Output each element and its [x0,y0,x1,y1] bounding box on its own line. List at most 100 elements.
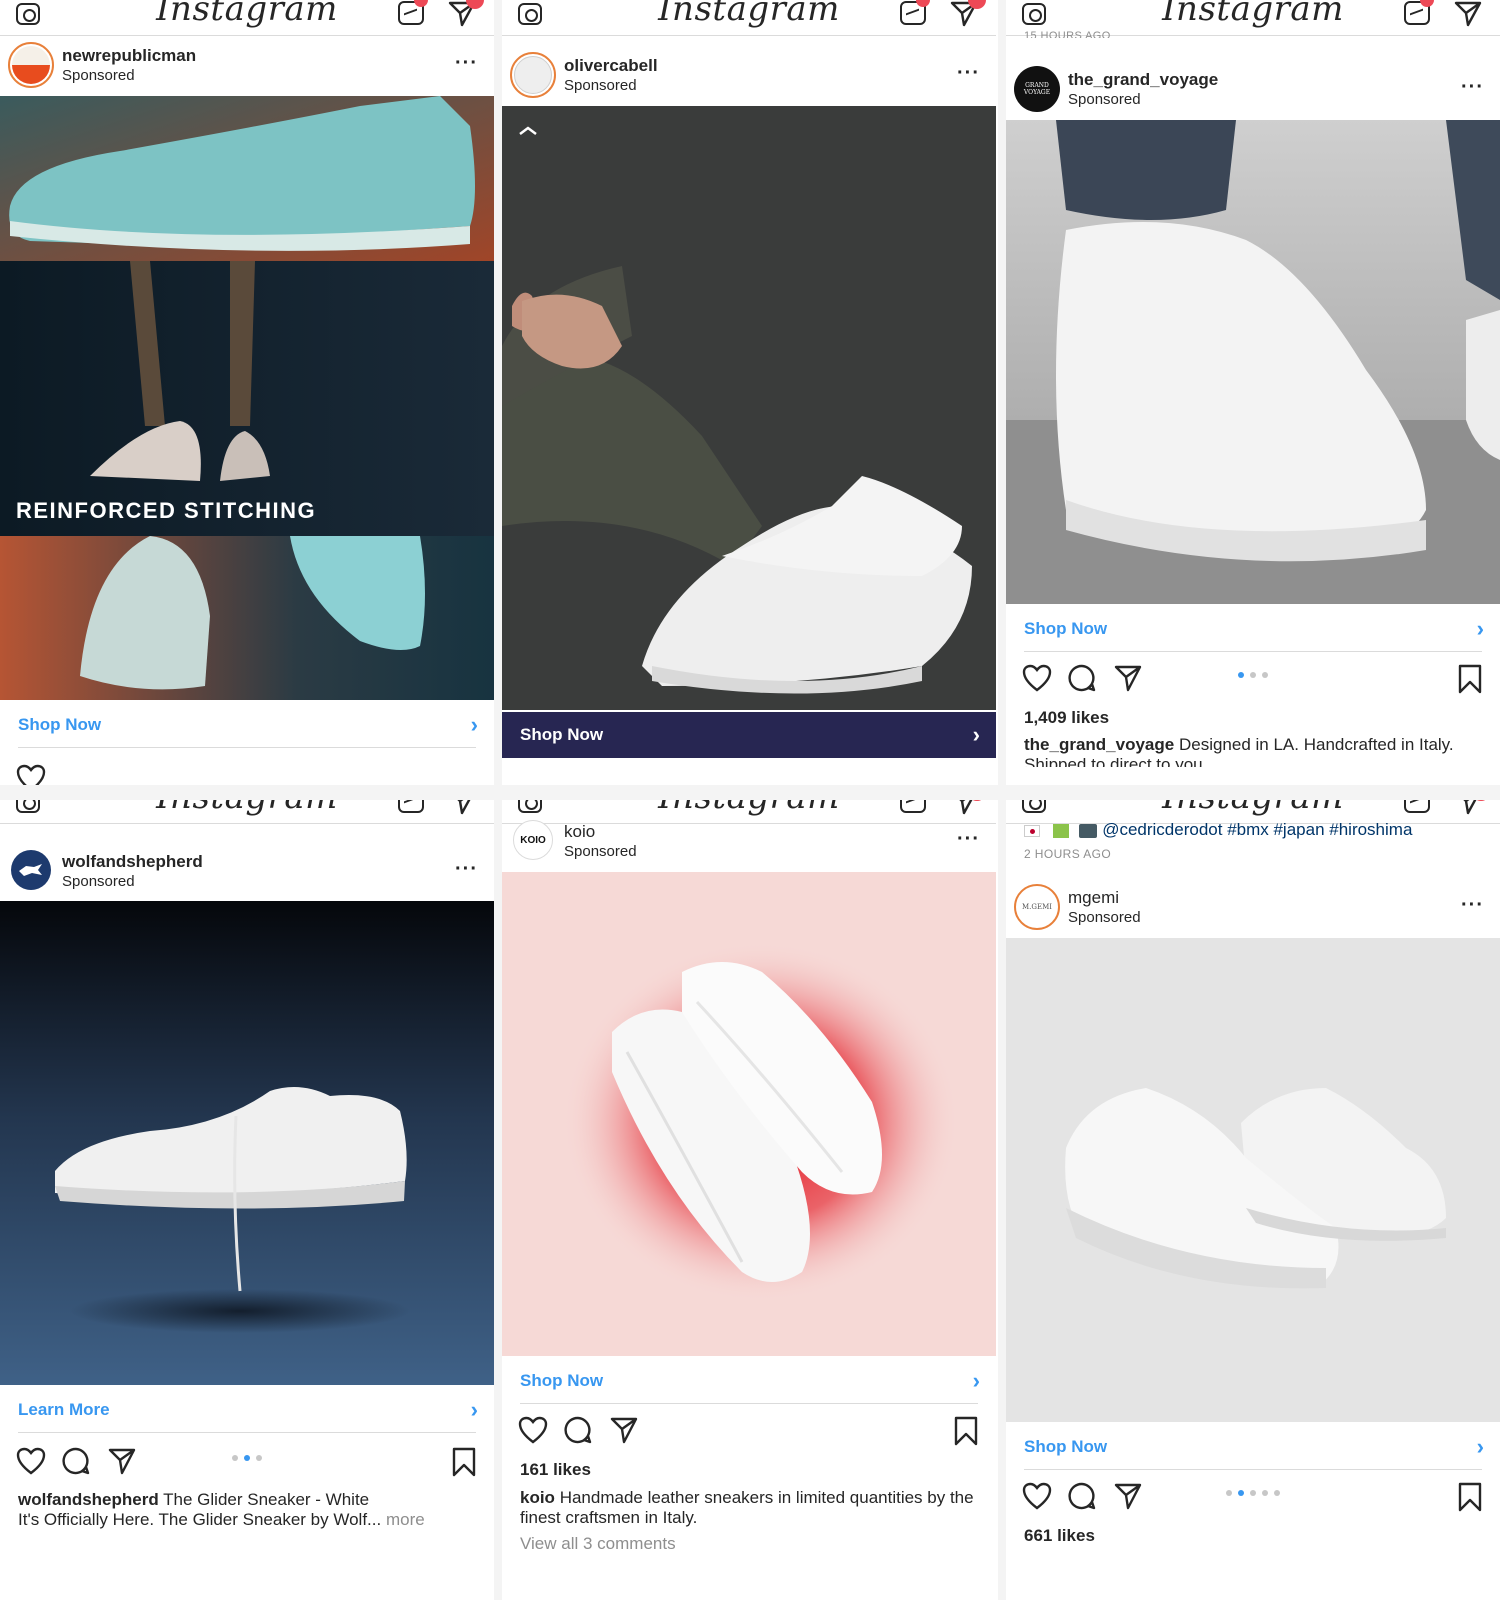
likes-count[interactable]: 161 likes [520,1460,591,1480]
share-icon[interactable] [108,1447,136,1475]
cta-bar[interactable]: Shop Now › [0,702,494,748]
hashtag-links[interactable]: @cedricderodot #bmx #japan #hiroshima [1102,820,1412,839]
heart-icon[interactable] [518,1416,548,1444]
heart-icon[interactable] [16,764,46,785]
username[interactable]: newrepublicman [62,46,196,66]
heart-icon[interactable] [1022,1482,1052,1510]
avatar[interactable] [8,42,54,88]
post-media[interactable] [502,106,996,710]
view-comments-link[interactable]: View all 3 comments [520,1534,676,1554]
igtv-icon[interactable] [398,800,424,813]
username[interactable]: olivercabell [564,56,658,76]
post-timestamp: 15 HOURS AGO [1024,30,1111,38]
share-icon[interactable] [610,1416,638,1444]
bookmark-icon[interactable] [452,1447,476,1477]
caption-username[interactable]: wolfandshepherd [18,1490,159,1509]
shop-now-button[interactable]: Shop Now [1024,1437,1107,1457]
cta-bar[interactable]: Shop Now › [1006,1424,1500,1470]
carousel-indicator [0,1455,494,1461]
post-header: GRAND VOYAGE the_grand_voyage Sponsored … [1006,60,1500,118]
chevron-right-icon: › [1476,616,1484,641]
post-header: KOIO koio Sponsored ··· [502,812,996,870]
share-icon[interactable] [1114,664,1142,692]
bookmark-icon[interactable] [1458,664,1482,694]
likes-count[interactable]: 661 likes [1024,1526,1095,1546]
shop-now-button[interactable]: Shop Now [1024,619,1107,639]
username[interactable]: mgemi [1068,888,1119,908]
carousel-dot [1226,1490,1232,1496]
more-options-icon[interactable]: ··· [957,62,980,85]
username[interactable]: wolfandshepherd [62,852,203,872]
action-bar [1006,1478,1500,1518]
feed-screenshot-mgemi: Instagram @cedricderodot #bmx #japan #hi… [1006,800,1500,1585]
bookmark-icon[interactable] [954,1416,978,1446]
more-options-icon[interactable]: ··· [455,52,478,75]
igtv-icon[interactable] [1404,800,1430,813]
caption-username[interactable]: the_grand_voyage [1024,735,1174,754]
shop-now-button[interactable]: Shop Now [18,715,101,735]
post-media[interactable] [1006,938,1500,1422]
carousel-dot [1250,1490,1256,1496]
avatar[interactable] [510,52,556,98]
post-timestamp: 2 HOURS AGO [1024,847,1112,861]
sponsored-label: Sponsored [62,67,135,84]
avatar[interactable] [11,850,51,890]
action-bar [0,760,494,785]
cta-bar[interactable]: Learn More › [0,1387,494,1433]
chevron-right-icon: › [470,1397,478,1422]
post-media[interactable]: REINFORCED STITCHING [0,96,494,700]
direct-message-icon[interactable] [1454,0,1482,27]
heart-icon[interactable] [1022,664,1052,692]
top-bar: Instagram [0,0,494,36]
sponsored-label: Sponsored [1068,91,1141,108]
cta-bar[interactable]: Shop Now › [1006,606,1500,652]
more-options-icon[interactable]: ··· [957,828,980,851]
learn-more-button[interactable]: Learn More [18,1400,110,1420]
avatar[interactable]: KOIO [513,820,553,860]
likes-count[interactable]: 1,409 likes [1024,708,1109,728]
sponsored-label: Sponsored [1068,909,1141,926]
carousel-indicator [1006,672,1500,678]
carousel-dot [1262,672,1268,678]
shop-now-button[interactable]: Shop Now [520,1371,603,1391]
share-icon[interactable] [1114,1482,1142,1510]
action-bar [0,1443,494,1483]
post-header: M.GEMI mgemi Sponsored ··· [1006,878,1500,936]
more-options-icon[interactable]: ··· [1461,894,1484,917]
shop-now-button[interactable]: Shop Now [520,725,603,745]
more-options-icon[interactable]: ··· [455,858,478,881]
direct-message-icon[interactable] [448,800,476,815]
post-media[interactable] [502,872,996,1356]
avatar[interactable]: GRAND VOYAGE [1014,66,1060,112]
post-caption: koio Handmade leather sneakers in limite… [520,1488,978,1528]
post-media[interactable] [1006,120,1500,604]
more-options-icon[interactable]: ··· [1461,76,1484,99]
feed-screenshot-olivercabell: Instagram olivercabell Sponsored ··· Sho… [502,0,996,785]
comment-icon[interactable] [564,1416,592,1444]
post-header: wolfandshepherd Sponsored ··· [0,842,494,900]
sponsored-label: Sponsored [564,77,637,94]
divider [0,785,1500,800]
cta-bar[interactable]: Shop Now › [502,712,996,758]
carousel-dot [232,1455,238,1461]
username[interactable]: the_grand_voyage [1068,70,1218,90]
feed-screenshot-newrepublicman: Instagram newrepublicman Sponsored ··· R… [0,0,494,785]
carousel-dot [244,1455,250,1461]
camera-emoji-icon [1079,823,1098,838]
divider [998,0,1006,1600]
more-link[interactable]: more [386,1510,425,1529]
heart-icon[interactable] [16,1447,46,1475]
direct-message-icon[interactable] [1454,800,1482,815]
comment-icon[interactable] [1068,1482,1096,1510]
caption-text: The Glider Sneaker - White [163,1490,370,1509]
cta-bar[interactable]: Shop Now › [502,1358,996,1404]
caption-username[interactable]: koio [520,1488,555,1507]
comment-icon[interactable] [62,1447,90,1475]
post-media[interactable] [0,901,494,1385]
username[interactable]: koio [564,822,595,842]
avatar[interactable]: M.GEMI [1014,884,1060,930]
bookmark-icon[interactable] [1458,1482,1482,1512]
chevron-right-icon: › [470,712,478,737]
overlay-caption: REINFORCED STITCHING [16,498,317,523]
comment-icon[interactable] [1068,664,1096,692]
